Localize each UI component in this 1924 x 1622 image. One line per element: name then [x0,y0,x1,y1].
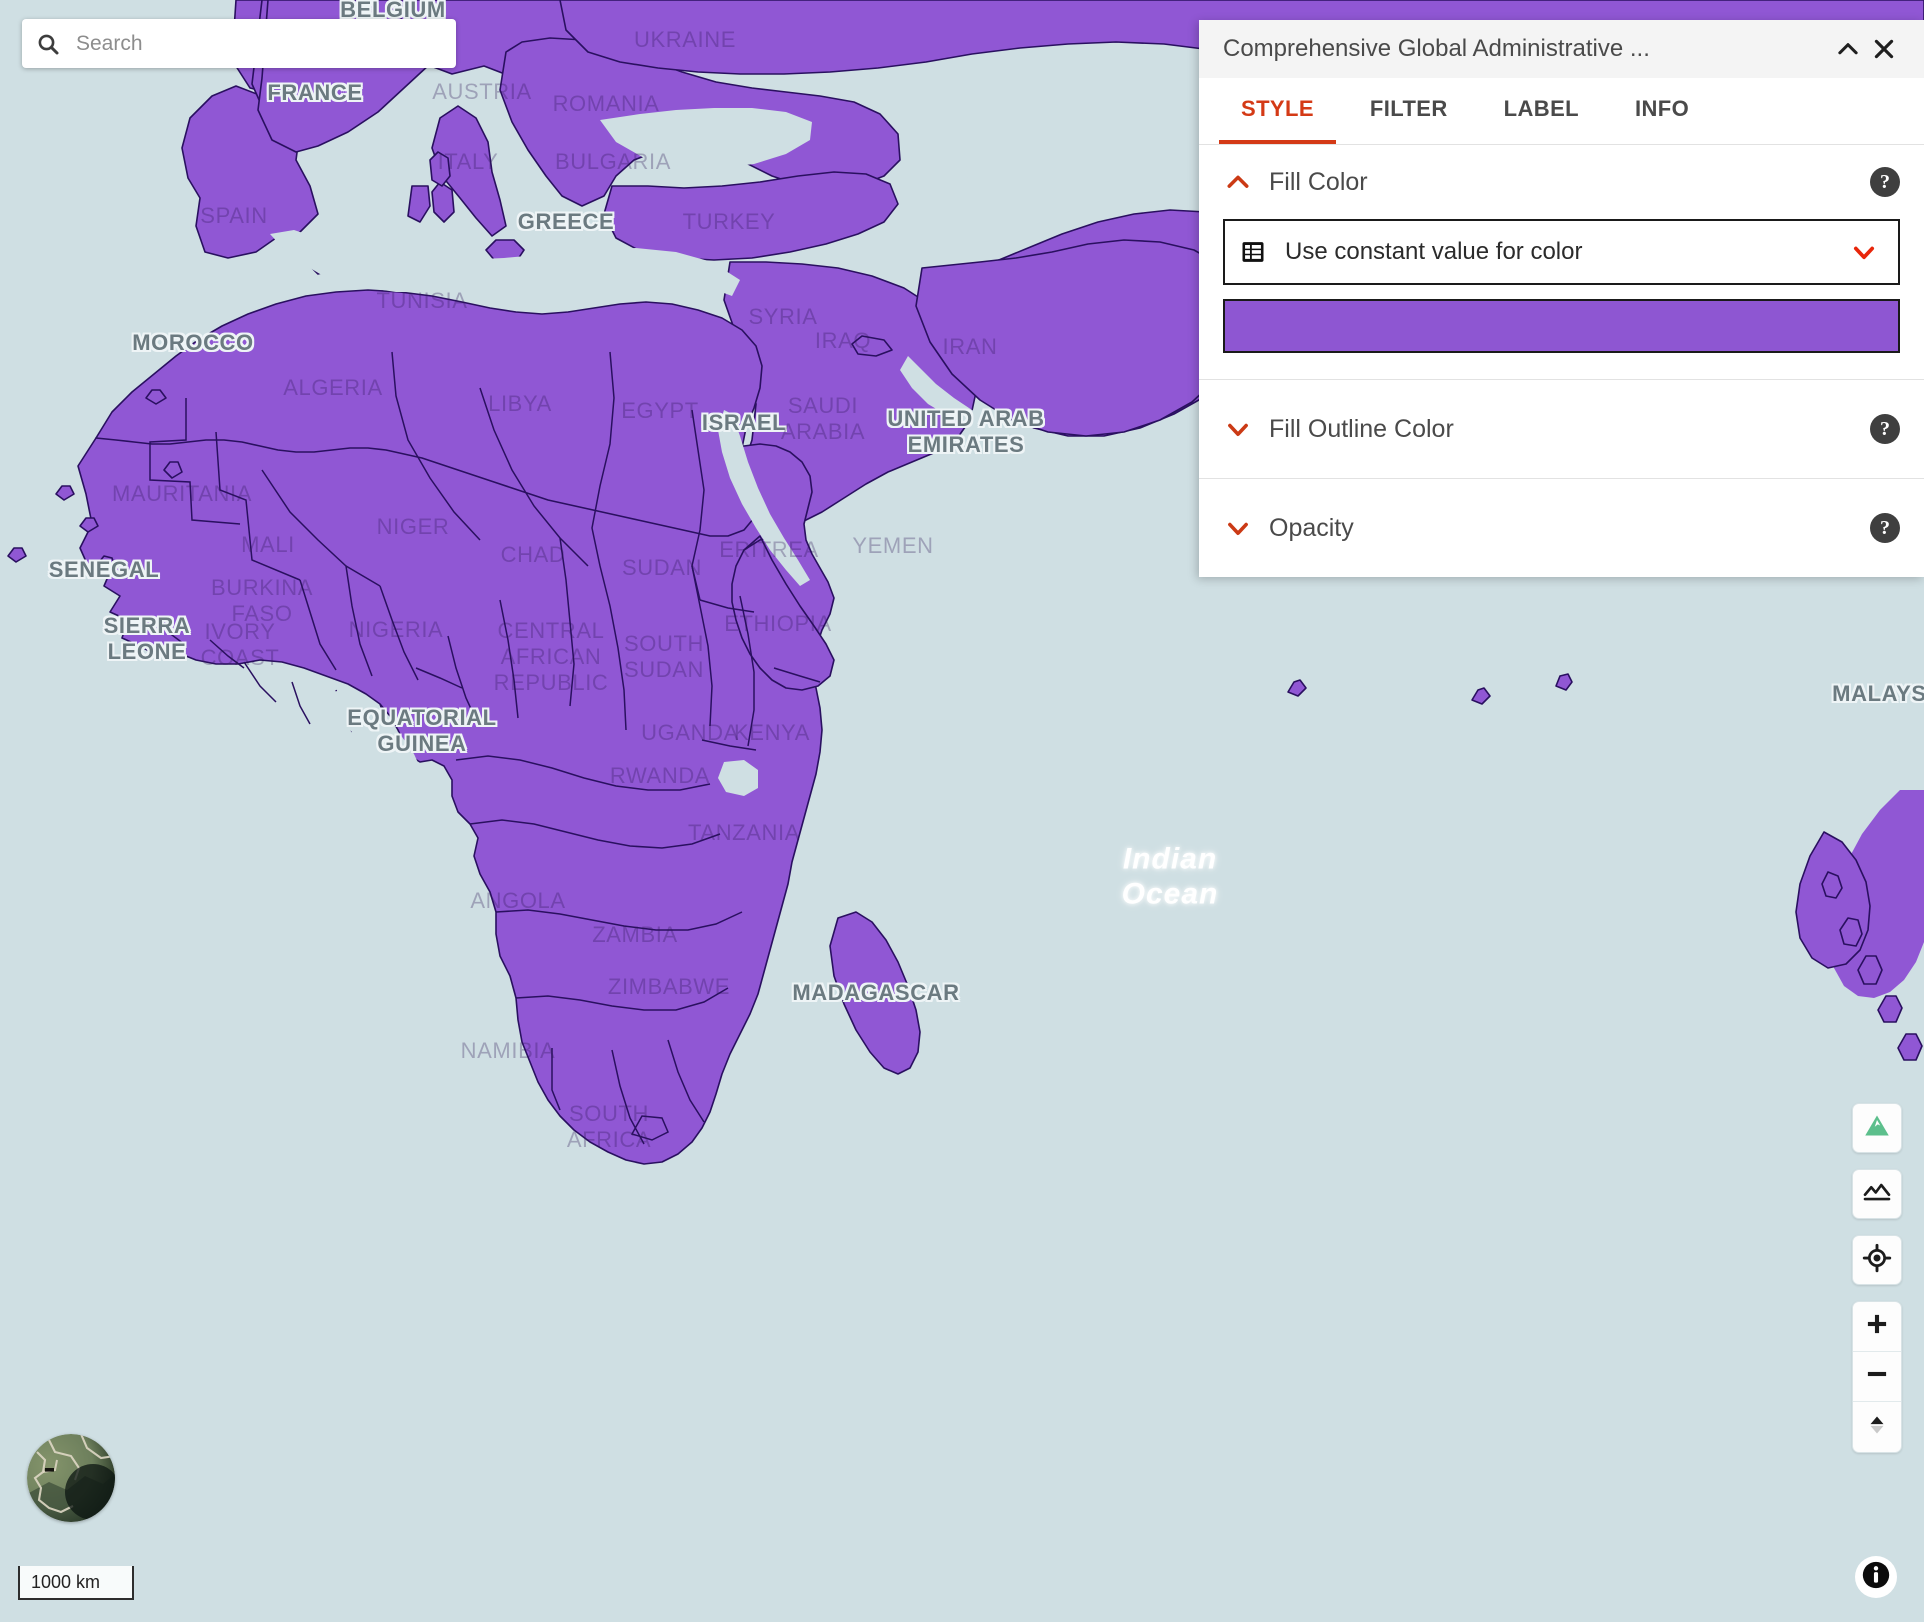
panel-header: Comprehensive Global Administrative ... [1199,20,1924,78]
map-info-button[interactable] [1855,1556,1897,1598]
chevron-down-icon [1223,414,1253,444]
panel-tabs: STYLE FILTER LABEL INFO [1199,78,1924,144]
map-application: UKRAINE AUSTRIA FRANCE ROMANIA ITALY BULGARIA… [0,0,1924,1622]
panel-title: Comprehensive Global Administrative ... [1223,35,1650,62]
section-opacity-header[interactable]: Opacity ? [1223,479,1900,577]
chevron-down-icon [1223,513,1253,543]
section-fill-color-title: Fill Color [1269,167,1368,196]
section-opacity: Opacity ? [1199,478,1924,577]
section-fill-outline-color-header[interactable]: Fill Outline Color ? [1223,380,1900,478]
tab-info[interactable]: INFO [1613,78,1711,144]
zoom-control-stack [1852,1301,1902,1453]
collapse-panel-button[interactable] [1830,31,1866,67]
locate-me-button[interactable] [1852,1235,1902,1285]
map-controls [1852,1103,1902,1453]
fill-color-swatch[interactable] [1223,299,1900,353]
chevron-up-icon [1223,167,1253,197]
plus-icon [1864,1311,1890,1342]
zoom-in-button[interactable] [1853,1302,1901,1352]
fill-color-mode-value: Use constant value for color [1285,238,1583,265]
fill-color-mode-dropdown[interactable]: Use constant value for color [1223,219,1900,285]
scale-bar-label: 1000 km [31,1571,101,1592]
crosshair-target-icon [1862,1243,1892,1278]
section-fill-outline-color-title: Fill Outline Color [1269,414,1454,443]
help-icon-opacity[interactable]: ? [1870,513,1900,543]
search-input[interactable] [74,30,442,57]
section-fill-color-body: Use constant value for color [1223,219,1900,379]
layer-style-panel: Comprehensive Global Administrative ... … [1199,20,1924,577]
tab-style[interactable]: STYLE [1219,78,1336,144]
minimap-thumbnail[interactable] [27,1434,115,1522]
minus-icon [1864,1361,1890,1392]
basemap-terrain-button[interactable] [1852,1103,1902,1153]
section-fill-color-header[interactable]: Fill Color ? [1223,145,1900,219]
chevron-down-icon [1850,238,1878,266]
close-panel-button[interactable] [1866,31,1902,67]
zoom-out-button[interactable] [1853,1352,1901,1402]
layers-button[interactable] [1852,1169,1902,1219]
tab-label[interactable]: LABEL [1482,78,1601,144]
mountains-icon [1862,1177,1892,1212]
search-box[interactable] [22,19,456,68]
triangle-up-down-icon [1864,1412,1890,1443]
search-icon [36,32,60,56]
section-fill-color: Fill Color ? Use constant value for colo… [1199,144,1924,379]
section-opacity-title: Opacity [1269,513,1354,542]
help-icon-fill-color[interactable]: ? [1870,167,1900,197]
help-icon-fill-outline-color[interactable]: ? [1870,414,1900,444]
green-mountain-icon [1862,1111,1892,1146]
tilt-button[interactable] [1853,1402,1901,1452]
tab-filter[interactable]: FILTER [1348,78,1470,144]
table-list-icon [1239,238,1267,266]
satellite-thumbnail [27,1434,115,1522]
section-fill-outline-color: Fill Outline Color ? [1199,379,1924,478]
info-icon [1859,1558,1893,1597]
scale-bar: 1000 km [18,1566,134,1600]
